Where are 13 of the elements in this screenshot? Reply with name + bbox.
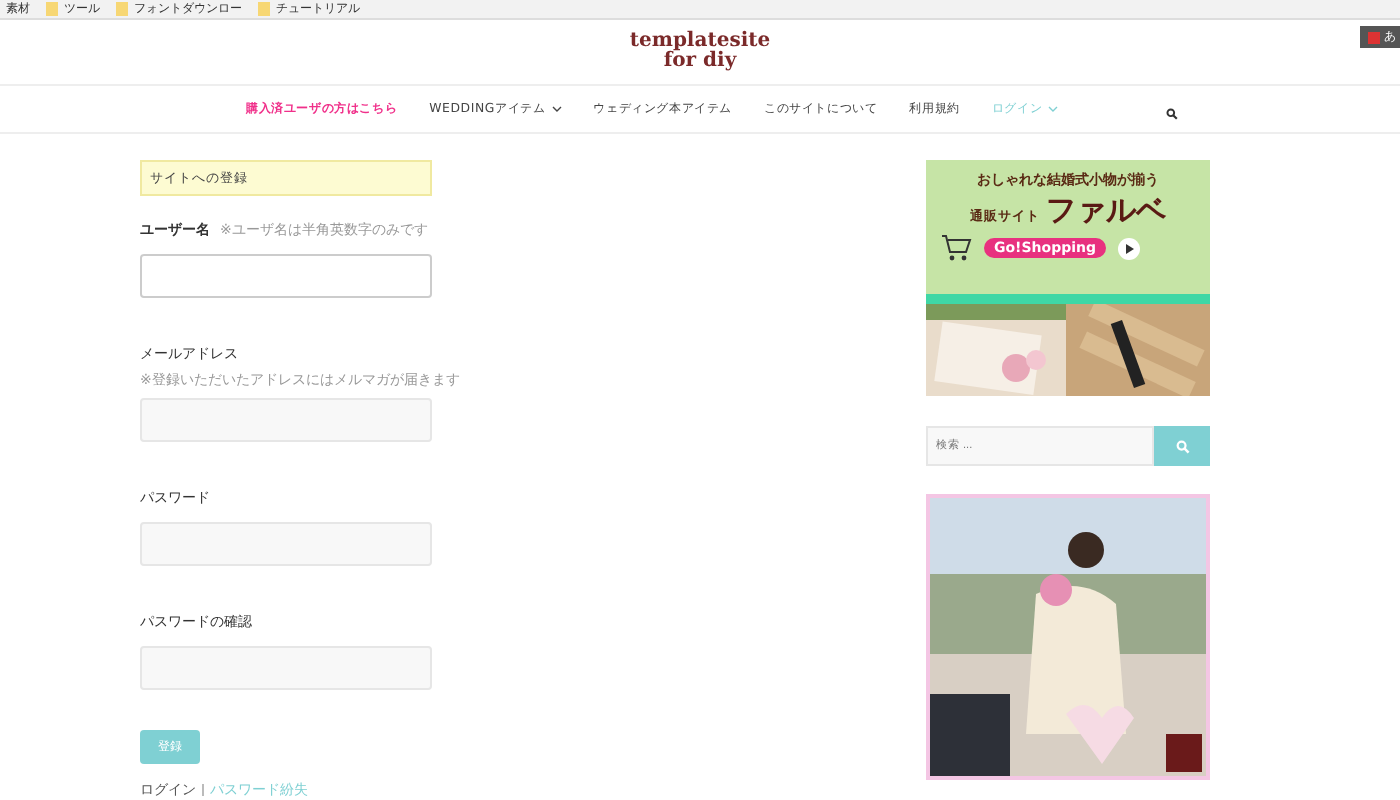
folder-icon <box>46 2 58 17</box>
input-field[interactable] <box>140 254 432 298</box>
input-field[interactable] <box>140 398 432 442</box>
search-icon[interactable] <box>1166 107 1179 120</box>
ad-brand: ファルベ <box>1046 192 1166 230</box>
folder-icon <box>258 2 270 17</box>
input-field[interactable] <box>140 522 432 566</box>
folder-icon <box>116 2 128 17</box>
site-logo[interactable]: templatesite for diy <box>629 32 771 73</box>
cart-icon <box>940 234 972 262</box>
search-button[interactable] <box>1154 426 1210 466</box>
input-field[interactable] <box>140 646 432 690</box>
play-icon[interactable] <box>1118 237 1140 259</box>
